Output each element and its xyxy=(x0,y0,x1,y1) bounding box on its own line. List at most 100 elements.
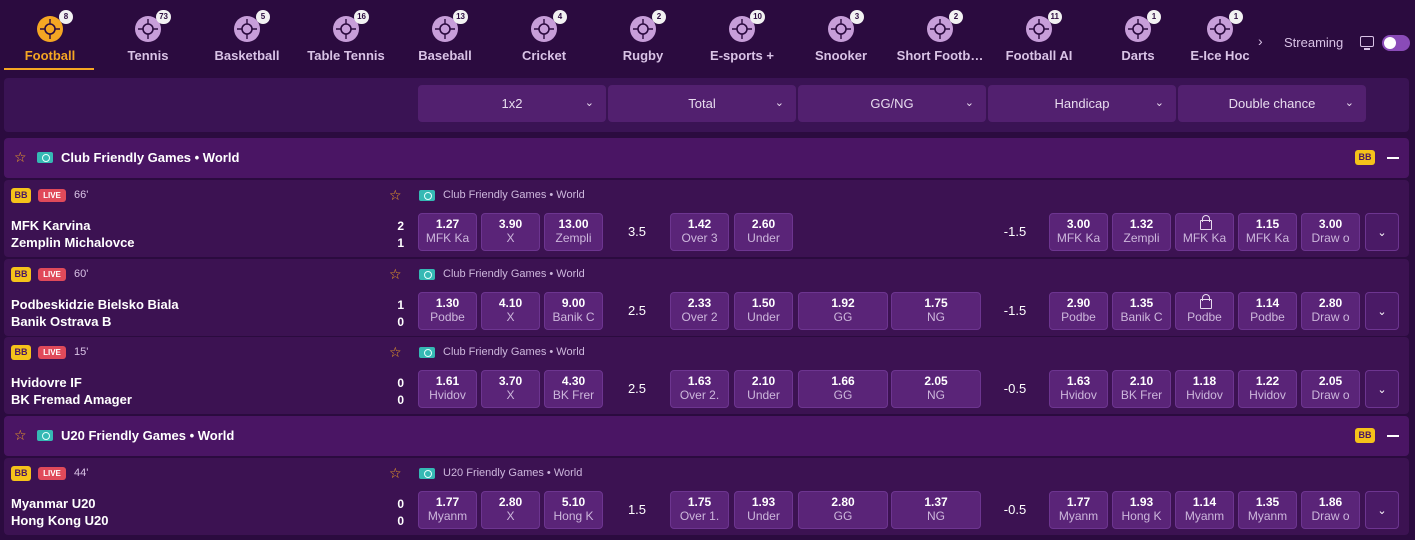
odd-button-total[interactable]: 1.50 Under xyxy=(734,292,793,330)
odd-button-1x2[interactable]: 5.10 Hong K xyxy=(544,491,603,529)
sport-tab-rugby[interactable]: 2 Rugby xyxy=(593,0,693,72)
odd-button-total[interactable]: 1.75 Over 1. xyxy=(670,491,729,529)
world-flag-icon xyxy=(419,347,435,358)
sport-tab-cricket[interactable]: 4 Cricket xyxy=(494,0,594,72)
odd-button-double-chance[interactable]: 1.86 Draw o xyxy=(1301,491,1360,529)
more-markets-button[interactable]: ⌄ xyxy=(1365,491,1399,529)
home-team[interactable]: MFK Karvina xyxy=(11,218,90,233)
odd-button-double-chance[interactable]: 2.80 Draw o xyxy=(1301,292,1360,330)
market-select-label: 1x2 xyxy=(501,96,523,111)
odd-button-gg-ng[interactable]: 1.37 NG xyxy=(891,491,981,529)
odd-button-gg-ng[interactable]: 2.05 NG xyxy=(891,370,981,408)
more-markets-button[interactable]: ⌄ xyxy=(1365,370,1399,408)
odd-button-1x2[interactable]: 1.77 Myanm xyxy=(418,491,477,529)
more-markets-button[interactable]: ⌄ xyxy=(1365,213,1399,251)
lock-icon xyxy=(1199,294,1212,309)
odd-button-double-chance[interactable]: 2.05 Draw o xyxy=(1301,370,1360,408)
odd-button-handicap[interactable]: 1.35 Banik C xyxy=(1112,292,1171,330)
odd-button-1x2[interactable]: 9.00 Banik C xyxy=(544,292,603,330)
odd-button-total[interactable]: 2.10 Under xyxy=(734,370,793,408)
sport-tab-table-tennis[interactable]: 16 Table Tennis xyxy=(296,0,396,72)
sport-label: Baseball xyxy=(418,48,472,63)
star-icon[interactable]: ☆ xyxy=(389,267,403,281)
sport-tab-football-ai[interactable]: 11 Football AI xyxy=(989,0,1089,72)
odd-value: 1.15 xyxy=(1255,217,1280,231)
sport-tab-basketball[interactable]: 5 Basketball xyxy=(197,0,297,72)
odd-button-gg-ng[interactable]: 2.80 GG xyxy=(798,491,888,529)
away-team[interactable]: Hong Kong U20 xyxy=(11,513,109,528)
sport-tab-snooker[interactable]: 3 Snooker xyxy=(791,0,891,72)
odd-button-handicap[interactable]: 2.10 BK Frer xyxy=(1112,370,1171,408)
odd-button-double-chance[interactable]: MFK Ka xyxy=(1175,213,1234,251)
odd-button-1x2[interactable]: 13.00 Zempli xyxy=(544,213,603,251)
odd-button-total[interactable]: 1.93 Under xyxy=(734,491,793,529)
away-score: 1 xyxy=(397,236,404,250)
odd-button-double-chance[interactable]: 1.22 Hvidov xyxy=(1238,370,1297,408)
odd-button-handicap[interactable]: 1.32 Zempli xyxy=(1112,213,1171,251)
odd-button-handicap[interactable]: 3.00 MFK Ka xyxy=(1049,213,1108,251)
market-select-handicap[interactable]: Handicap ⌄ xyxy=(988,85,1176,122)
market-select-1x2[interactable]: 1x2 ⌄ xyxy=(418,85,606,122)
odd-button-double-chance[interactable]: 1.14 Podbe xyxy=(1238,292,1297,330)
odd-button-handicap[interactable]: 1.93 Hong K xyxy=(1112,491,1171,529)
sport-tab-darts[interactable]: 1 Darts xyxy=(1088,0,1188,72)
odd-button-total[interactable]: 1.63 Over 2. xyxy=(670,370,729,408)
odd-button-double-chance[interactable]: 1.15 MFK Ka xyxy=(1238,213,1297,251)
sport-tab-e-ice-hockey[interactable]: 1 E-Ice Hoc xyxy=(1187,0,1253,72)
total-line: 2.5 xyxy=(627,381,647,396)
handicap-line: -0.5 xyxy=(1003,381,1027,396)
odd-button-gg-ng[interactable]: 1.66 GG xyxy=(798,370,888,408)
odd-label: Myanm xyxy=(427,509,468,523)
odd-button-1x2[interactable]: 3.70 X xyxy=(481,370,540,408)
odd-button-1x2[interactable]: 1.27 MFK Ka xyxy=(418,213,477,251)
odd-button-handicap[interactable]: 1.63 Hvidov xyxy=(1049,370,1108,408)
away-team[interactable]: Banik Ostrava B xyxy=(11,314,111,329)
streaming-toggle[interactable] xyxy=(1382,35,1410,51)
odd-button-double-chance[interactable]: 3.00 Draw o xyxy=(1301,213,1360,251)
home-team[interactable]: Podbeskidzie Bielsko Biala xyxy=(11,297,179,312)
odd-button-gg-ng[interactable]: 1.92 GG xyxy=(798,292,888,330)
star-icon[interactable]: ☆ xyxy=(14,150,28,164)
collapse-icon[interactable] xyxy=(1387,435,1399,437)
more-markets-button[interactable]: ⌄ xyxy=(1365,292,1399,330)
odd-button-1x2[interactable]: 4.30 BK Frer xyxy=(544,370,603,408)
odd-button-handicap[interactable]: 2.90 Podbe xyxy=(1049,292,1108,330)
odd-label: NG xyxy=(927,310,945,324)
odd-button-total[interactable]: 2.60 Under xyxy=(734,213,793,251)
odd-button-handicap[interactable]: 1.77 Myanm xyxy=(1049,491,1108,529)
away-team[interactable]: Zemplin Michalovce xyxy=(11,235,135,250)
league-header[interactable]: ☆ Club Friendly Games • World BB xyxy=(4,138,1409,178)
odd-button-1x2[interactable]: 4.10 X xyxy=(481,292,540,330)
sport-tab-tennis[interactable]: 73 Tennis xyxy=(98,0,198,72)
market-select-gg-ng[interactable]: GG/NG ⌄ xyxy=(798,85,986,122)
home-team[interactable]: Myanmar U20 xyxy=(11,496,96,511)
odd-button-1x2[interactable]: 2.80 X xyxy=(481,491,540,529)
star-icon[interactable]: ☆ xyxy=(389,466,403,480)
odd-button-double-chance[interactable]: 1.35 Myanm xyxy=(1238,491,1297,529)
odd-button-double-chance[interactable]: 1.14 Myanm xyxy=(1175,491,1234,529)
market-select-double-chance[interactable]: Double chance ⌄ xyxy=(1178,85,1366,122)
odd-button-total[interactable]: 2.33 Over 2 xyxy=(670,292,729,330)
odd-button-total[interactable]: 1.42 Over 3 xyxy=(670,213,729,251)
odd-label: MFK Ka xyxy=(1056,231,1101,245)
odd-button-1x2[interactable]: 1.61 Hvidov xyxy=(418,370,477,408)
odd-button-1x2[interactable]: 3.90 X xyxy=(481,213,540,251)
odd-button-1x2[interactable]: 1.30 Podbe xyxy=(418,292,477,330)
collapse-icon[interactable] xyxy=(1387,157,1399,159)
star-icon[interactable]: ☆ xyxy=(389,188,403,202)
sport-tab-baseball[interactable]: 13 Baseball xyxy=(395,0,495,72)
odd-button-double-chance[interactable]: 1.18 Hvidov xyxy=(1175,370,1234,408)
home-team[interactable]: Hvidovre IF xyxy=(11,375,82,390)
sport-tab-gamepad[interactable]: 10 E-sports + xyxy=(692,0,792,72)
market-select-total[interactable]: Total ⌄ xyxy=(608,85,796,122)
sport-tab-football[interactable]: 8 Football xyxy=(0,0,100,72)
chevron-right-icon[interactable]: › xyxy=(1258,34,1270,48)
star-icon[interactable]: ☆ xyxy=(389,345,403,359)
odd-button-gg-ng[interactable]: 1.75 NG xyxy=(891,292,981,330)
odd-button-double-chance[interactable]: Podbe xyxy=(1175,292,1234,330)
sport-tab-short-football[interactable]: 2 Short Footb… xyxy=(890,0,990,72)
league-header[interactable]: ☆ U20 Friendly Games • World BB xyxy=(4,416,1409,456)
star-icon[interactable]: ☆ xyxy=(14,428,28,442)
away-team[interactable]: BK Fremad Amager xyxy=(11,392,132,407)
sport-label: Cricket xyxy=(521,48,567,63)
